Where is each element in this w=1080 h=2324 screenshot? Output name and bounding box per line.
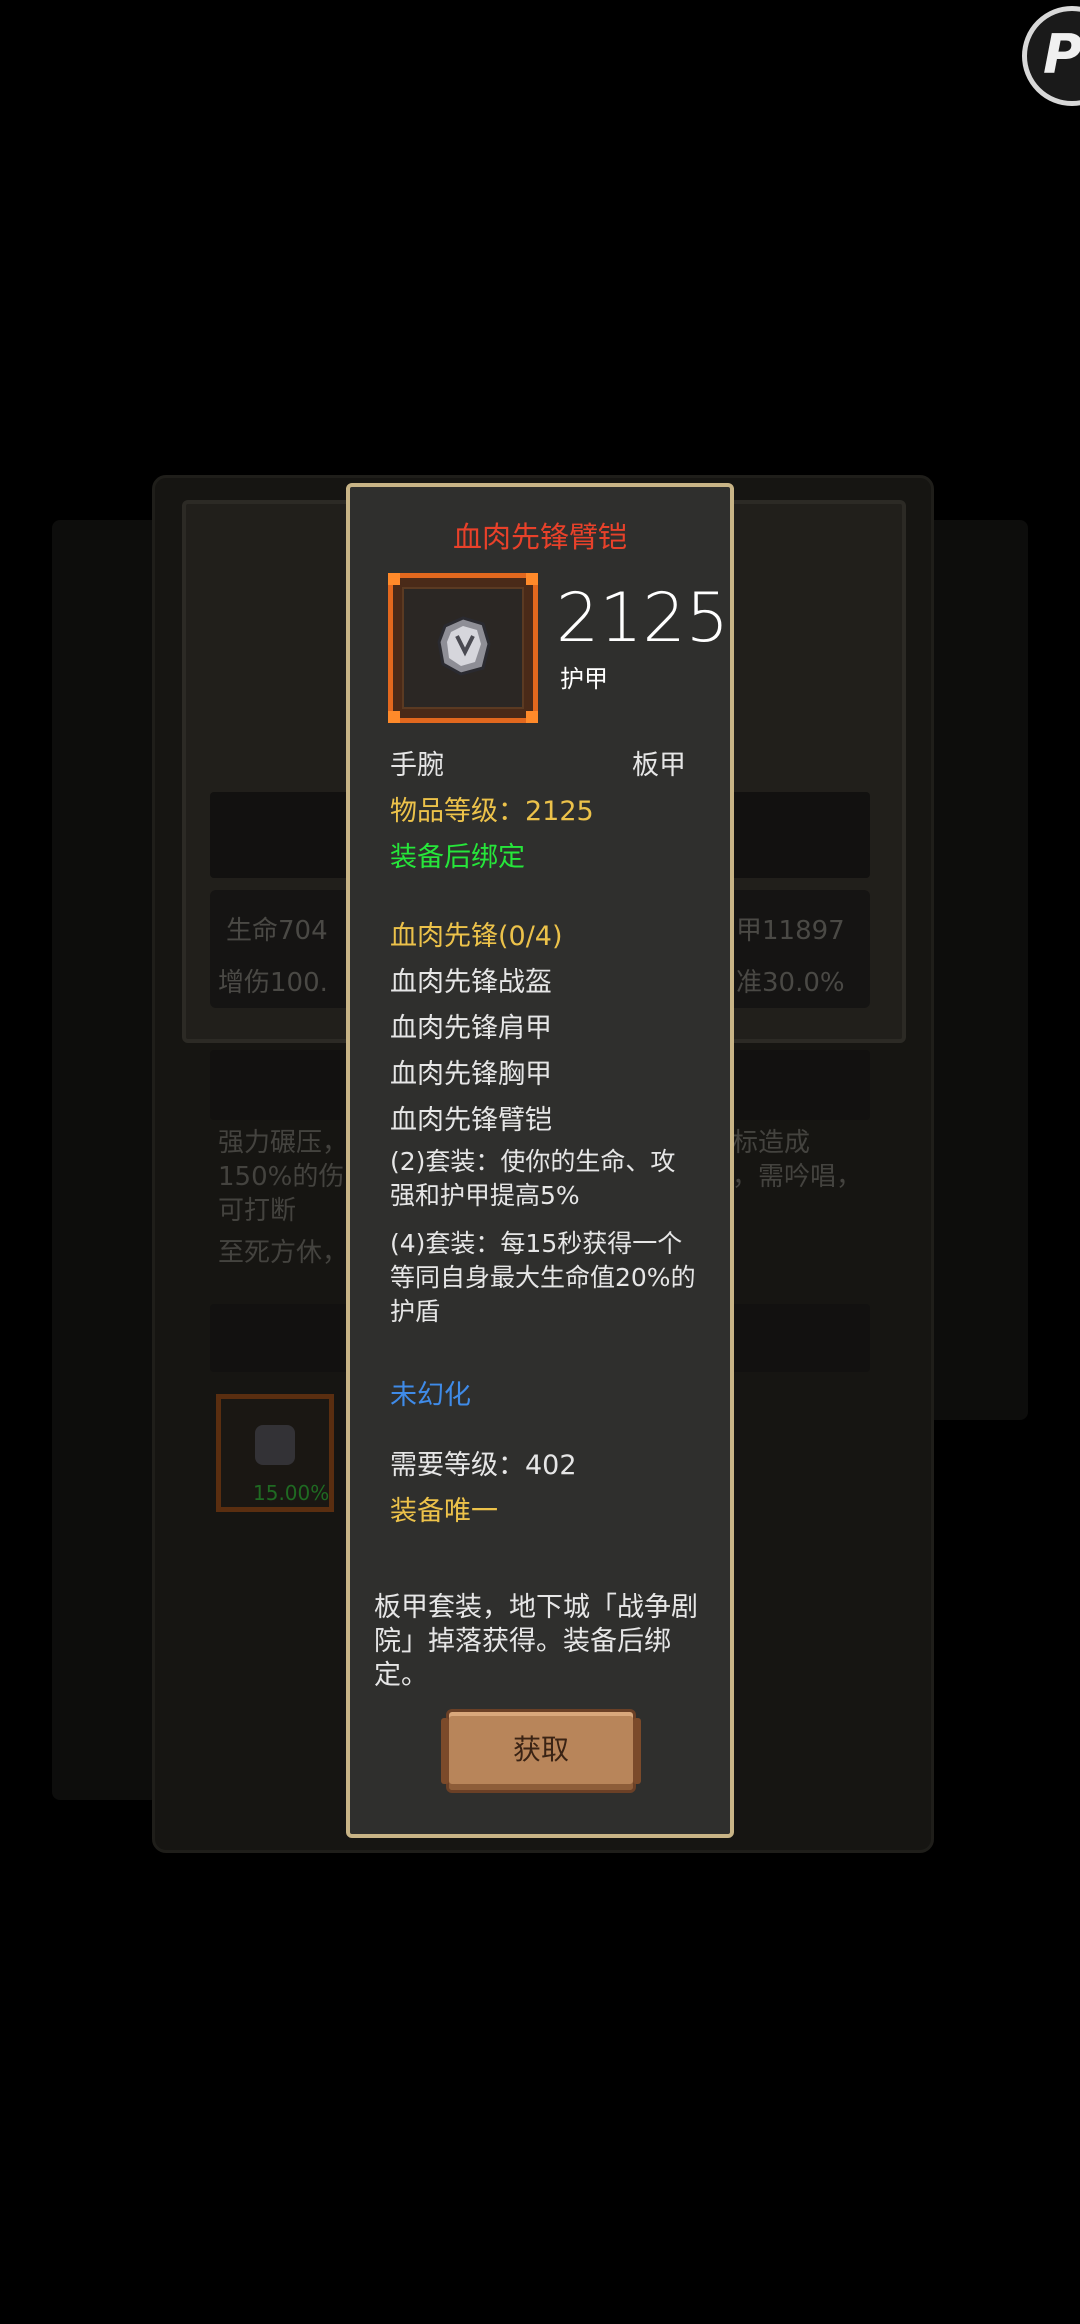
drop-rate: 15.00% bbox=[253, 1481, 330, 1505]
set-name: 血肉先锋(0/4) bbox=[390, 921, 563, 952]
required-level: 需要等级：402 bbox=[390, 1450, 577, 1481]
armor-label: 护甲 bbox=[560, 665, 608, 693]
background-stat-damage: 增伤100. bbox=[218, 968, 328, 998]
background-stat-accuracy: 准30.0% bbox=[736, 968, 845, 998]
gauntlet-icon bbox=[255, 1425, 295, 1465]
background-stat-armor: 甲11897 bbox=[736, 916, 845, 946]
set-bonus-4: (4)套装：每15秒获得一个等同自身最大生命值20%的护盾 bbox=[390, 1229, 696, 1326]
unique-equip: 装备唯一 bbox=[390, 1496, 498, 1527]
set-piece: 血肉先锋胸甲 bbox=[390, 1059, 552, 1090]
background-stat-health: 生命704 bbox=[226, 916, 328, 946]
background-skill-desc-2: 150%的伤 bbox=[218, 1162, 345, 1192]
set-bonus-2: (2)套装：使你的生命、攻强和护甲提高5% bbox=[390, 1147, 676, 1210]
background-skill-desc-1: 强力碾压， bbox=[218, 1128, 349, 1158]
background-skill-desc-3: 可打断 bbox=[218, 1196, 297, 1226]
set-piece: 血肉先锋战盔 bbox=[390, 967, 552, 998]
background-side-panel-left bbox=[52, 520, 162, 1800]
armor-type: 板甲 bbox=[632, 750, 686, 781]
badge-letter: P bbox=[1043, 23, 1080, 86]
background-side-panel-right bbox=[918, 520, 1028, 1420]
background-skill-desc-2b: ，需吟唱， bbox=[732, 1162, 863, 1192]
background-skill-desc-4: 至死方休， bbox=[218, 1238, 349, 1268]
bind-type: 装备后绑定 bbox=[390, 842, 525, 873]
item-slot: 手腕 bbox=[390, 750, 444, 781]
item-icon-frame bbox=[388, 573, 538, 723]
item-tooltip: 血肉先锋臂铠 2125 护甲 手腕 板甲 物品等级：2125 装备后绑定 血肉先… bbox=[346, 483, 734, 1838]
item-level: 物品等级：2125 bbox=[390, 796, 594, 827]
item-description: 板甲套装，地下城「战争剧院」掉落获得。装备后绑定。 bbox=[374, 1592, 698, 1691]
set-piece: 血肉先锋臂铠 bbox=[390, 1105, 552, 1136]
armor-value: 2125 bbox=[556, 579, 730, 658]
transmog-status: 未幻化 bbox=[390, 1380, 471, 1411]
set-piece: 血肉先锋肩甲 bbox=[390, 1013, 552, 1044]
background-skill-desc-1b: 标造成 bbox=[732, 1128, 811, 1158]
get-button[interactable]: 获取 bbox=[441, 1709, 641, 1793]
corner-badge[interactable]: P bbox=[1022, 6, 1080, 106]
background-item-slot[interactable]: 15.00% bbox=[216, 1394, 334, 1512]
item-title: 血肉先锋臂铠 bbox=[452, 520, 627, 554]
gauntlet-icon bbox=[437, 616, 491, 676]
